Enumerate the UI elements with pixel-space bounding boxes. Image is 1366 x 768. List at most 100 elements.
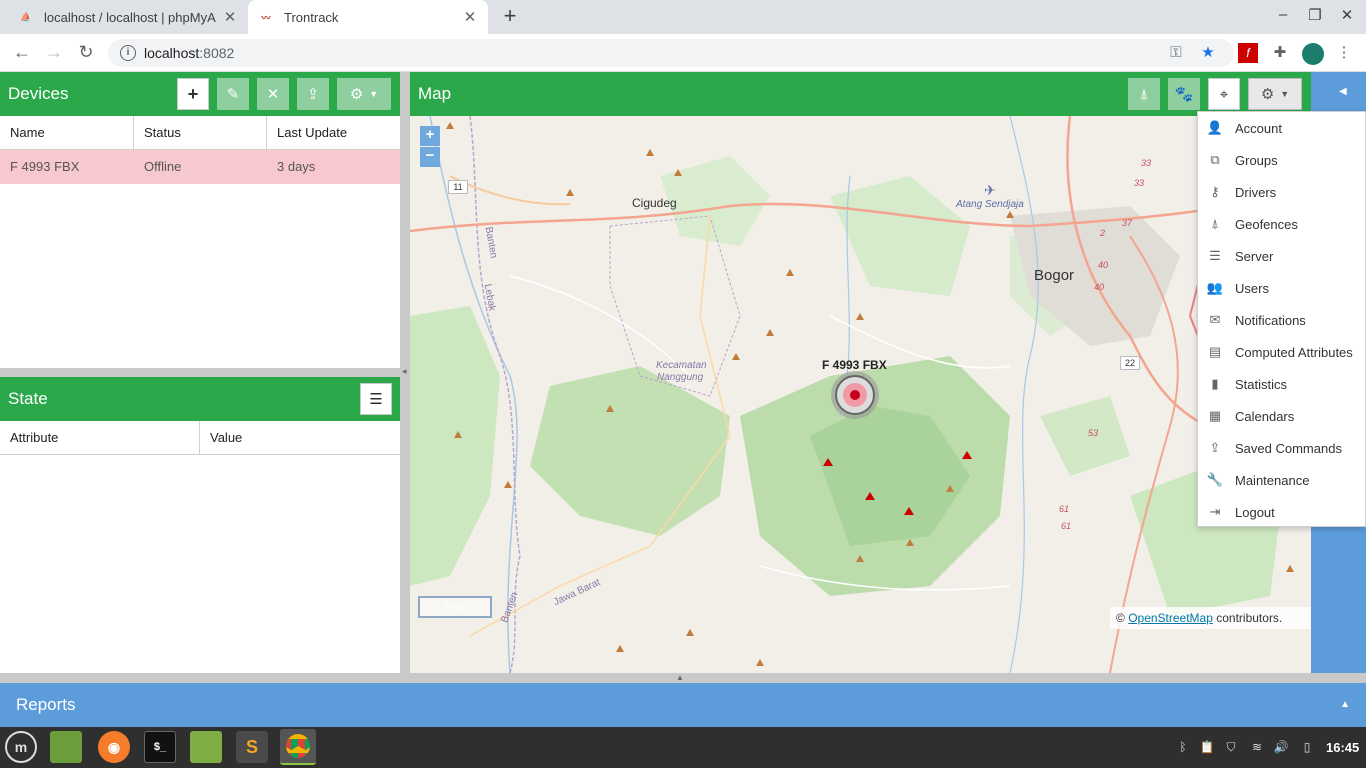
url-input[interactable]: i localhost:8082 <box>108 39 1234 67</box>
menu-item-calendars[interactable]: ▦ Calendars <box>1198 400 1365 432</box>
close-icon[interactable]: ✕ <box>462 8 478 26</box>
column-header-name[interactable]: Name <box>0 116 134 149</box>
wrench-icon: 🔧 <box>1206 472 1224 487</box>
geofence-icon: ⍋ <box>1139 85 1149 103</box>
chrome-icon[interactable] <box>280 729 316 765</box>
place-label: Kecamatan <box>656 360 707 371</box>
window-close-button[interactable]: ✕ <box>1335 6 1359 28</box>
trontrack-icon: 〰 <box>261 12 271 23</box>
devices-panel: Devices + ✎ ✕ ⇪ ⚙ ▼ Name Status Last Upda… <box>0 72 400 368</box>
reload-button[interactable]: ↻ <box>74 41 98 65</box>
reports-panel-header[interactable]: Reports ▲ <box>0 683 1366 727</box>
users-icon: 👥 <box>1206 280 1224 295</box>
state-columns-button[interactable]: ☰ <box>360 383 392 415</box>
menu-item-account[interactable]: 👤 Account <box>1198 112 1365 144</box>
remove-icon: ✕ <box>266 86 280 103</box>
upload-icon: ⇪ <box>306 86 320 103</box>
zoom-in-button[interactable]: + <box>420 126 440 146</box>
device-settings-dropdown[interactable]: ⚙ ▼ <box>337 78 391 110</box>
flash-extension-icon[interactable]: f <box>1238 43 1258 63</box>
center-map-button[interactable]: ⌖ <box>1208 78 1240 110</box>
settings-dropdown-button[interactable]: ⚙ ▼ <box>1248 78 1302 110</box>
menu-item-server[interactable]: ☰ Server <box>1198 240 1365 272</box>
terminal-icon[interactable]: $_ <box>144 731 176 763</box>
menu-item-statistics[interactable]: ▮ Statistics <box>1198 368 1365 400</box>
bookmark-star-icon[interactable]: ★ <box>1198 43 1218 63</box>
remove-device-button[interactable]: ✕ <box>257 78 289 110</box>
wifi-icon[interactable]: ≋ <box>1248 740 1266 756</box>
menu-item-computed-attributes[interactable]: ▤ Computed Attributes <box>1198 336 1365 368</box>
expand-left-icon[interactable]: ◀ <box>1339 86 1347 97</box>
reports-title: Reports <box>16 695 76 714</box>
menu-item-maintenance[interactable]: 🔧 Maintenance <box>1198 464 1365 496</box>
firefox-icon[interactable]: ◉ <box>98 731 130 763</box>
column-header-last-update[interactable]: Last Update <box>267 116 400 149</box>
map-header: Map ⍋ 🐾 ⌖ ⚙ ▼ <box>410 72 1311 116</box>
volume-icon[interactable]: 🔊 <box>1272 740 1290 756</box>
folder-icon[interactable] <box>190 731 222 763</box>
clock[interactable]: 16:45 <box>1326 740 1359 755</box>
edit-device-button[interactable]: ✎ <box>217 78 249 110</box>
tab-phpmyadmin[interactable]: ⛵ localhost / localhost | phpMyA ✕ <box>8 0 248 34</box>
collapse-up-icon[interactable]: ▲ <box>676 673 684 682</box>
road-number: 33 <box>1141 158 1152 168</box>
key-icon[interactable]: ⚿ <box>1166 43 1186 63</box>
forward-button[interactable]: → <box>42 41 66 65</box>
devices-header: Devices + ✎ ✕ ⇪ ⚙ ▼ <box>0 72 400 116</box>
geofence-toggle-button[interactable]: ⍋ <box>1128 78 1160 110</box>
state-header: State ☰ <box>0 377 400 421</box>
extensions-icon[interactable]: ✚ <box>1270 43 1290 63</box>
openstreetmap-link[interactable]: OpenStreetMap <box>1128 611 1213 625</box>
vertical-splitter[interactable]: ◂ <box>400 72 410 673</box>
calendar-icon: ▦ <box>1208 408 1222 423</box>
panel-splitter[interactable] <box>0 368 400 377</box>
minimize-button[interactable]: – <box>1271 6 1295 28</box>
command-button[interactable]: ⇪ <box>297 78 329 110</box>
profile-avatar[interactable] <box>1302 43 1324 65</box>
menu-item-saved-commands[interactable]: ⇪ Saved Commands <box>1198 432 1365 464</box>
column-header-status[interactable]: Status <box>134 116 267 149</box>
collapse-left-icon[interactable]: ◂ <box>402 366 407 377</box>
menu-item-drivers[interactable]: ⚷ Drivers <box>1198 176 1365 208</box>
device-status: Offline <box>144 159 182 174</box>
road-number: 2 <box>1100 228 1106 238</box>
horizontal-splitter[interactable]: ▲ <box>0 673 1366 683</box>
attribution-suffix: contributors. <box>1212 611 1283 625</box>
url-host: localhost <box>144 45 200 61</box>
chevron-up-icon[interactable]: ▲ <box>1340 699 1350 710</box>
road-number: 61 <box>1059 504 1070 514</box>
state-title: State <box>8 389 48 408</box>
battery-icon[interactable]: ▯ <box>1298 740 1316 756</box>
menu-kebab-icon[interactable]: ⋮ <box>1334 43 1354 63</box>
menu-item-notifications[interactable]: ✉ Notifications <box>1198 304 1365 336</box>
sublime-text-icon[interactable]: S <box>236 731 268 763</box>
add-device-button[interactable]: + <box>177 78 209 110</box>
column-header-value[interactable]: Value <box>200 421 400 454</box>
mint-menu-icon[interactable]: m <box>5 731 37 763</box>
user-icon: 👤 <box>1206 120 1224 135</box>
new-tab-button[interactable]: + <box>498 5 522 29</box>
table-row[interactable]: F 4993 FBX Offline 3 days <box>0 150 400 184</box>
list-icon: ☰ <box>369 391 383 408</box>
road-shield: 22 <box>1120 356 1140 370</box>
menu-item-geofences[interactable]: ⍋ Geofences <box>1198 208 1365 240</box>
files-icon[interactable] <box>50 731 82 763</box>
menu-item-logout[interactable]: ⇥ Logout <box>1198 496 1365 528</box>
back-button[interactable]: ← <box>10 41 34 65</box>
zoom-out-button[interactable]: − <box>420 147 440 167</box>
tab-trontrack[interactable]: 〰 Trontrack ✕ <box>248 0 488 34</box>
maximize-button[interactable]: ❐ <box>1303 6 1327 28</box>
bluetooth-icon[interactable]: ᛒ <box>1174 740 1192 756</box>
shield-icon[interactable]: ⛉ <box>1222 740 1240 756</box>
follow-toggle-button[interactable]: 🐾 <box>1168 78 1200 110</box>
upload-icon: ⇪ <box>1209 440 1221 455</box>
clipboard-icon[interactable]: 📋 <box>1198 740 1216 756</box>
info-icon[interactable]: i <box>120 45 136 61</box>
close-icon[interactable]: ✕ <box>222 8 238 26</box>
menu-item-users[interactable]: 👥 Users <box>1198 272 1365 304</box>
device-marker[interactable] <box>830 373 880 423</box>
logout-icon: ⇥ <box>1209 504 1221 519</box>
column-header-attribute[interactable]: Attribute <box>0 421 200 454</box>
menu-item-groups[interactable]: ⧉ Groups <box>1198 144 1365 176</box>
place-label: Atang Sendjaja <box>956 199 1024 210</box>
